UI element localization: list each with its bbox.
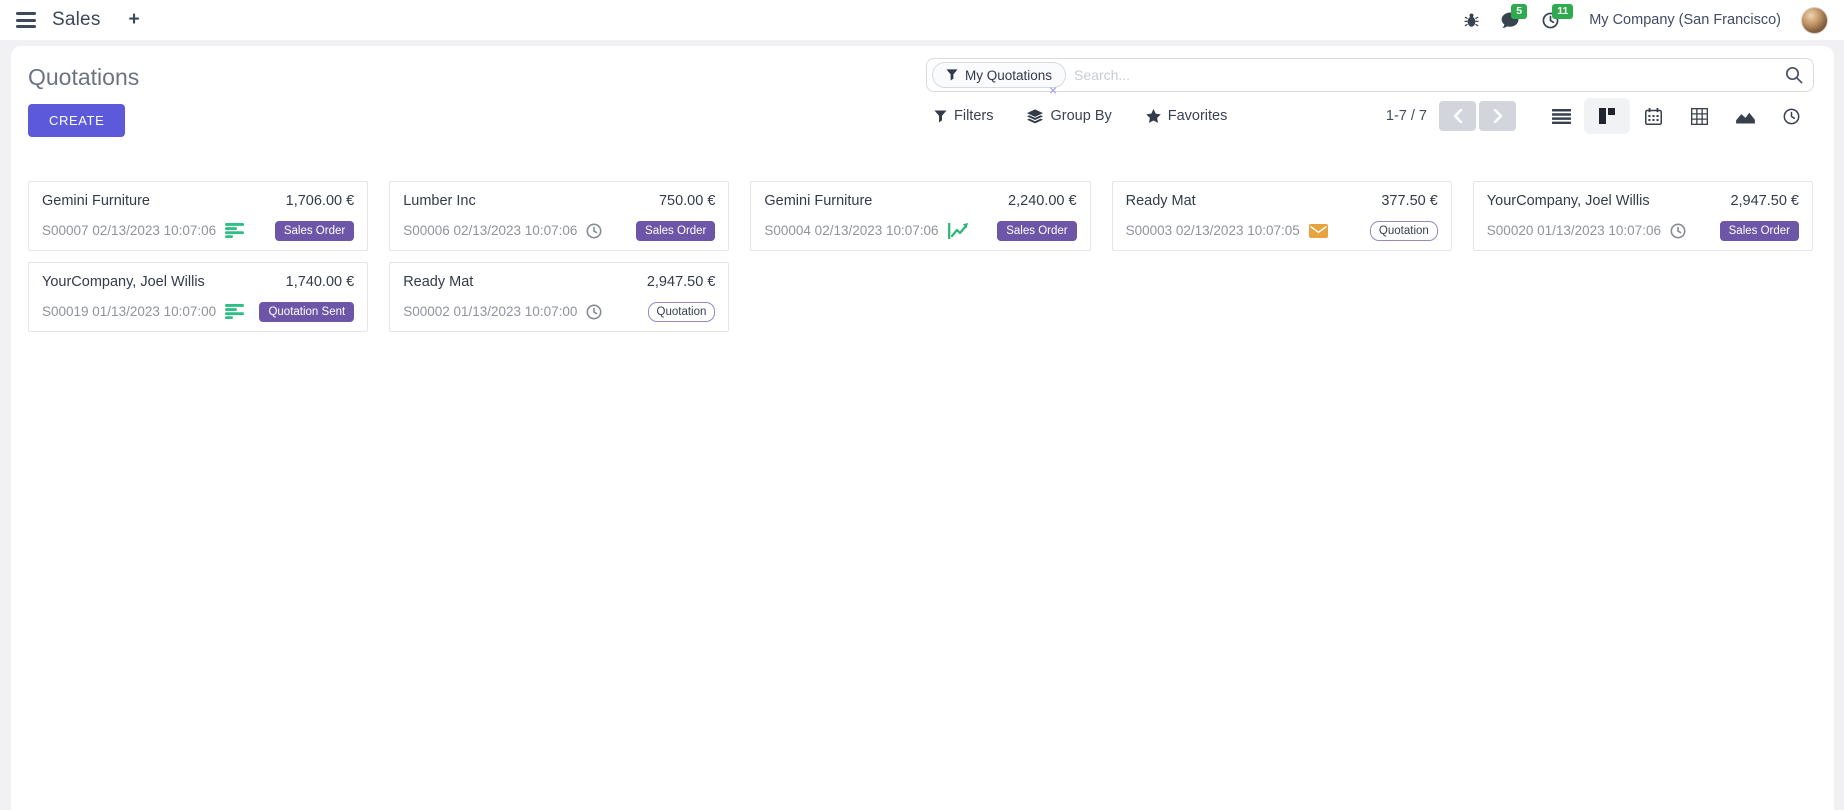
- quotation-card[interactable]: Gemini Furniture 1,706.00 € S00007 02/13…: [28, 181, 368, 251]
- pager-previous-button[interactable]: [1439, 101, 1476, 131]
- layers-icon: [1027, 109, 1043, 124]
- chevron-right-icon: [1493, 109, 1503, 123]
- filter-icon: [934, 110, 947, 123]
- view-pivot-icon[interactable]: [1676, 98, 1722, 134]
- control-panel: Quotations CREATE My Quotations ×: [11, 46, 1834, 137]
- search-facet: My Quotations: [932, 62, 1066, 88]
- top-nav-bar: Sales + 5 11 My Company (San Francisco): [0, 0, 1844, 40]
- kanban-grid: Gemini Furniture 1,706.00 € S00007 02/13…: [11, 137, 1834, 332]
- quotation-card[interactable]: Ready Mat 2,947.50 € S00002 01/13/2023 1…: [389, 262, 729, 332]
- chevron-left-icon: [1453, 109, 1463, 123]
- user-avatar[interactable]: [1801, 7, 1828, 34]
- add-tab-button[interactable]: +: [129, 9, 140, 31]
- quotation-reference: S00004 02/13/2023 10:07:06: [764, 223, 938, 238]
- view-calendar-icon[interactable]: [1630, 98, 1676, 134]
- status-badge: Quotation: [1370, 221, 1438, 241]
- quotation-reference: S00007 02/13/2023 10:07:06: [42, 223, 216, 238]
- quotation-amount: 750.00 €: [659, 193, 715, 209]
- activity-clock-icon[interactable]: [1670, 223, 1686, 239]
- create-button[interactable]: CREATE: [28, 104, 125, 137]
- filters-button[interactable]: Filters: [934, 108, 993, 124]
- customer-name: Ready Mat: [1126, 193, 1196, 209]
- status-badge: Sales Order: [1720, 221, 1799, 241]
- page-title: Quotations: [28, 64, 139, 91]
- messages-count-badge: 5: [1511, 4, 1527, 20]
- quotation-card[interactable]: YourCompany, Joel Willis 1,740.00 € S000…: [28, 262, 368, 332]
- status-badge: Sales Order: [275, 221, 354, 241]
- search-bar[interactable]: My Quotations ×: [926, 58, 1814, 92]
- search-facet-label: My Quotations: [965, 68, 1052, 83]
- activities-clock-icon[interactable]: 11: [1536, 8, 1565, 33]
- activity-list-icon[interactable]: [225, 223, 244, 238]
- status-badge: Sales Order: [997, 221, 1076, 241]
- pager-next-button[interactable]: [1479, 101, 1516, 131]
- search-icon[interactable]: [1785, 66, 1803, 84]
- view-graph-icon[interactable]: [1722, 98, 1768, 134]
- quotation-reference: S00002 01/13/2023 10:07:00: [403, 304, 577, 319]
- customer-name: Lumber Inc: [403, 193, 476, 209]
- quotation-card[interactable]: Gemini Furniture 2,240.00 € S00004 02/13…: [750, 181, 1090, 251]
- quotation-amount: 2,240.00 €: [1008, 193, 1077, 209]
- view-list-icon[interactable]: [1538, 98, 1584, 134]
- quotation-reference: S00003 02/13/2023 10:07:05: [1126, 223, 1300, 238]
- quotation-card[interactable]: Lumber Inc 750.00 € S00006 02/13/2023 10…: [389, 181, 729, 251]
- customer-name: Gemini Furniture: [42, 193, 150, 209]
- quotation-card[interactable]: Ready Mat 377.50 € S00003 02/13/2023 10:…: [1112, 181, 1452, 251]
- activity-clock-icon[interactable]: [586, 304, 602, 320]
- messages-icon[interactable]: 5: [1495, 8, 1526, 33]
- quotation-amount: 2,947.50 €: [1730, 193, 1799, 209]
- customer-name: Gemini Furniture: [764, 193, 872, 209]
- status-badge: Sales Order: [636, 221, 715, 241]
- group-by-button[interactable]: Group By: [1027, 108, 1111, 124]
- quotation-amount: 1,740.00 €: [286, 274, 355, 290]
- view-activity-icon[interactable]: [1768, 98, 1814, 134]
- quotation-amount: 377.50 €: [1381, 193, 1437, 209]
- filter-icon: [946, 69, 958, 81]
- search-input[interactable]: [1074, 67, 1785, 83]
- debug-bug-icon[interactable]: [1458, 8, 1485, 32]
- quotation-reference: S00019 01/13/2023 10:07:00: [42, 304, 216, 319]
- activity-clock-icon[interactable]: [586, 223, 602, 239]
- hamburger-menu-icon[interactable]: [14, 10, 38, 30]
- customer-name: Ready Mat: [403, 274, 473, 290]
- status-badge: Quotation: [648, 302, 716, 322]
- app-menu-sales[interactable]: Sales: [52, 9, 101, 31]
- pager-value[interactable]: 1-7 / 7: [1386, 108, 1427, 124]
- customer-name: YourCompany, Joel Willis: [42, 274, 205, 290]
- activity-chart-icon[interactable]: [948, 223, 968, 239]
- quotation-reference: S00006 02/13/2023 10:07:06: [403, 223, 577, 238]
- activity-envelope-icon[interactable]: [1309, 224, 1328, 238]
- quotation-amount: 2,947.50 €: [647, 274, 716, 290]
- activity-list-icon[interactable]: [225, 304, 244, 319]
- star-icon: [1146, 109, 1161, 123]
- quotation-amount: 1,706.00 €: [286, 193, 355, 209]
- quotation-card[interactable]: YourCompany, Joel Willis 2,947.50 € S000…: [1473, 181, 1813, 251]
- view-kanban-icon[interactable]: [1584, 98, 1630, 134]
- main-panel: Quotations CREATE My Quotations ×: [11, 46, 1834, 810]
- view-switcher: [1538, 98, 1814, 134]
- quotation-reference: S00020 01/13/2023 10:07:06: [1487, 223, 1661, 238]
- company-switcher[interactable]: My Company (San Francisco): [1589, 12, 1781, 28]
- activities-count-badge: 11: [1552, 4, 1573, 20]
- facet-remove-icon[interactable]: ×: [1049, 83, 1057, 97]
- favorites-button[interactable]: Favorites: [1146, 108, 1228, 124]
- status-badge: Quotation Sent: [259, 302, 354, 322]
- customer-name: YourCompany, Joel Willis: [1487, 193, 1650, 209]
